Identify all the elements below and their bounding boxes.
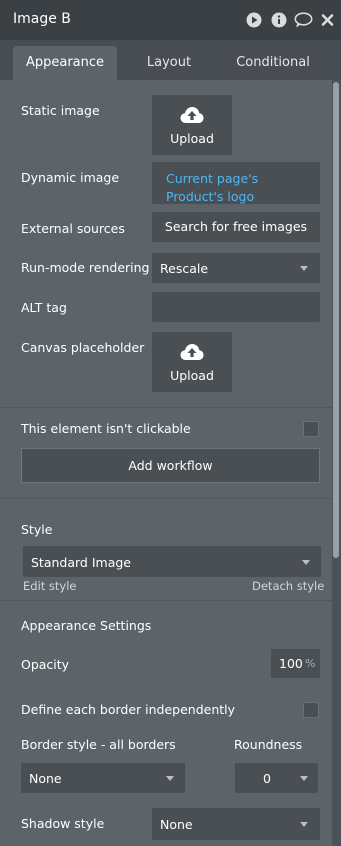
upload-label: Upload xyxy=(170,131,214,146)
static-image-upload-button[interactable]: Upload xyxy=(152,95,232,155)
border-independent-label: Define each border independently xyxy=(21,702,236,717)
style-label: Style xyxy=(21,522,53,537)
border-style-label: Border style - all borders xyxy=(21,737,176,752)
scrollbar-thumb[interactable] xyxy=(333,82,339,558)
roundness-value: 0 xyxy=(263,771,271,786)
opacity-unit: % xyxy=(305,657,316,670)
dynamic-image-label: Dynamic image xyxy=(21,170,120,185)
edit-style-link[interactable]: Edit style xyxy=(23,579,77,593)
tab-appearance[interactable]: Appearance xyxy=(13,46,117,80)
property-editor-panel: Image B Appearance Layout Conditional St… xyxy=(0,0,341,846)
opacity-label: Opacity xyxy=(21,657,70,672)
dynamic-image-field[interactable]: Current page's Product's logo xyxy=(152,162,320,204)
tab-bar: Appearance Layout Conditional xyxy=(0,40,341,80)
border-independent-checkbox[interactable] xyxy=(303,702,319,718)
static-image-label: Static image xyxy=(21,103,100,118)
run-mode-rendering-dropdown[interactable]: Rescale xyxy=(152,253,320,283)
chevron-down-icon xyxy=(300,776,308,781)
tab-conditional[interactable]: Conditional xyxy=(224,46,322,80)
run-mode-rendering-label: Run-mode rendering xyxy=(21,260,150,275)
canvas-placeholder-upload-button[interactable]: Upload xyxy=(152,332,232,392)
canvas-placeholder-label: Canvas placeholder xyxy=(21,340,145,355)
play-icon[interactable] xyxy=(246,12,262,28)
run-mode-rendering-value: Rescale xyxy=(160,261,209,276)
divider xyxy=(0,498,332,499)
divider xyxy=(0,600,332,601)
chevron-down-icon xyxy=(300,266,308,271)
chevron-down-icon xyxy=(300,822,308,827)
element-title: Image B xyxy=(13,11,71,27)
style-dropdown[interactable]: Standard Image xyxy=(23,546,321,577)
shadow-style-dropdown[interactable]: None xyxy=(152,808,320,840)
chevron-down-icon xyxy=(302,560,310,565)
not-clickable-checkbox[interactable] xyxy=(303,421,319,437)
appearance-settings-title: Appearance Settings xyxy=(21,618,152,633)
shadow-style-value: None xyxy=(160,817,193,832)
upload-label: Upload xyxy=(170,368,214,383)
add-workflow-button[interactable]: Add workflow xyxy=(21,448,320,483)
style-value: Standard Image xyxy=(31,555,131,570)
shadow-style-label: Shadow style xyxy=(21,816,105,831)
dynamic-image-expression[interactable]: Current page's Product's logo xyxy=(166,170,316,206)
search-free-images-button[interactable]: Search for free images xyxy=(152,212,320,242)
chevron-down-icon xyxy=(166,776,174,781)
info-icon[interactable] xyxy=(271,12,287,28)
comment-icon[interactable] xyxy=(294,12,313,28)
border-style-value: None xyxy=(29,771,62,786)
border-style-dropdown[interactable]: None xyxy=(21,763,185,793)
cloud-upload-icon xyxy=(180,107,204,123)
title-bar: Image B xyxy=(0,0,341,40)
opacity-input[interactable]: 100 % xyxy=(271,649,320,678)
tab-layout[interactable]: Layout xyxy=(130,46,208,80)
cloud-upload-icon xyxy=(180,344,204,360)
detach-style-link[interactable]: Detach style xyxy=(252,579,324,593)
external-sources-label: External sources xyxy=(21,221,125,236)
not-clickable-label: This element isn't clickable xyxy=(21,421,191,436)
roundness-label: Roundness xyxy=(234,737,303,752)
alt-tag-input[interactable] xyxy=(152,292,320,322)
divider xyxy=(0,407,332,408)
alt-tag-label: ALT tag xyxy=(21,300,67,315)
opacity-value: 100 xyxy=(279,656,303,671)
roundness-input[interactable]: 0 xyxy=(235,763,318,793)
close-icon[interactable] xyxy=(321,12,334,28)
